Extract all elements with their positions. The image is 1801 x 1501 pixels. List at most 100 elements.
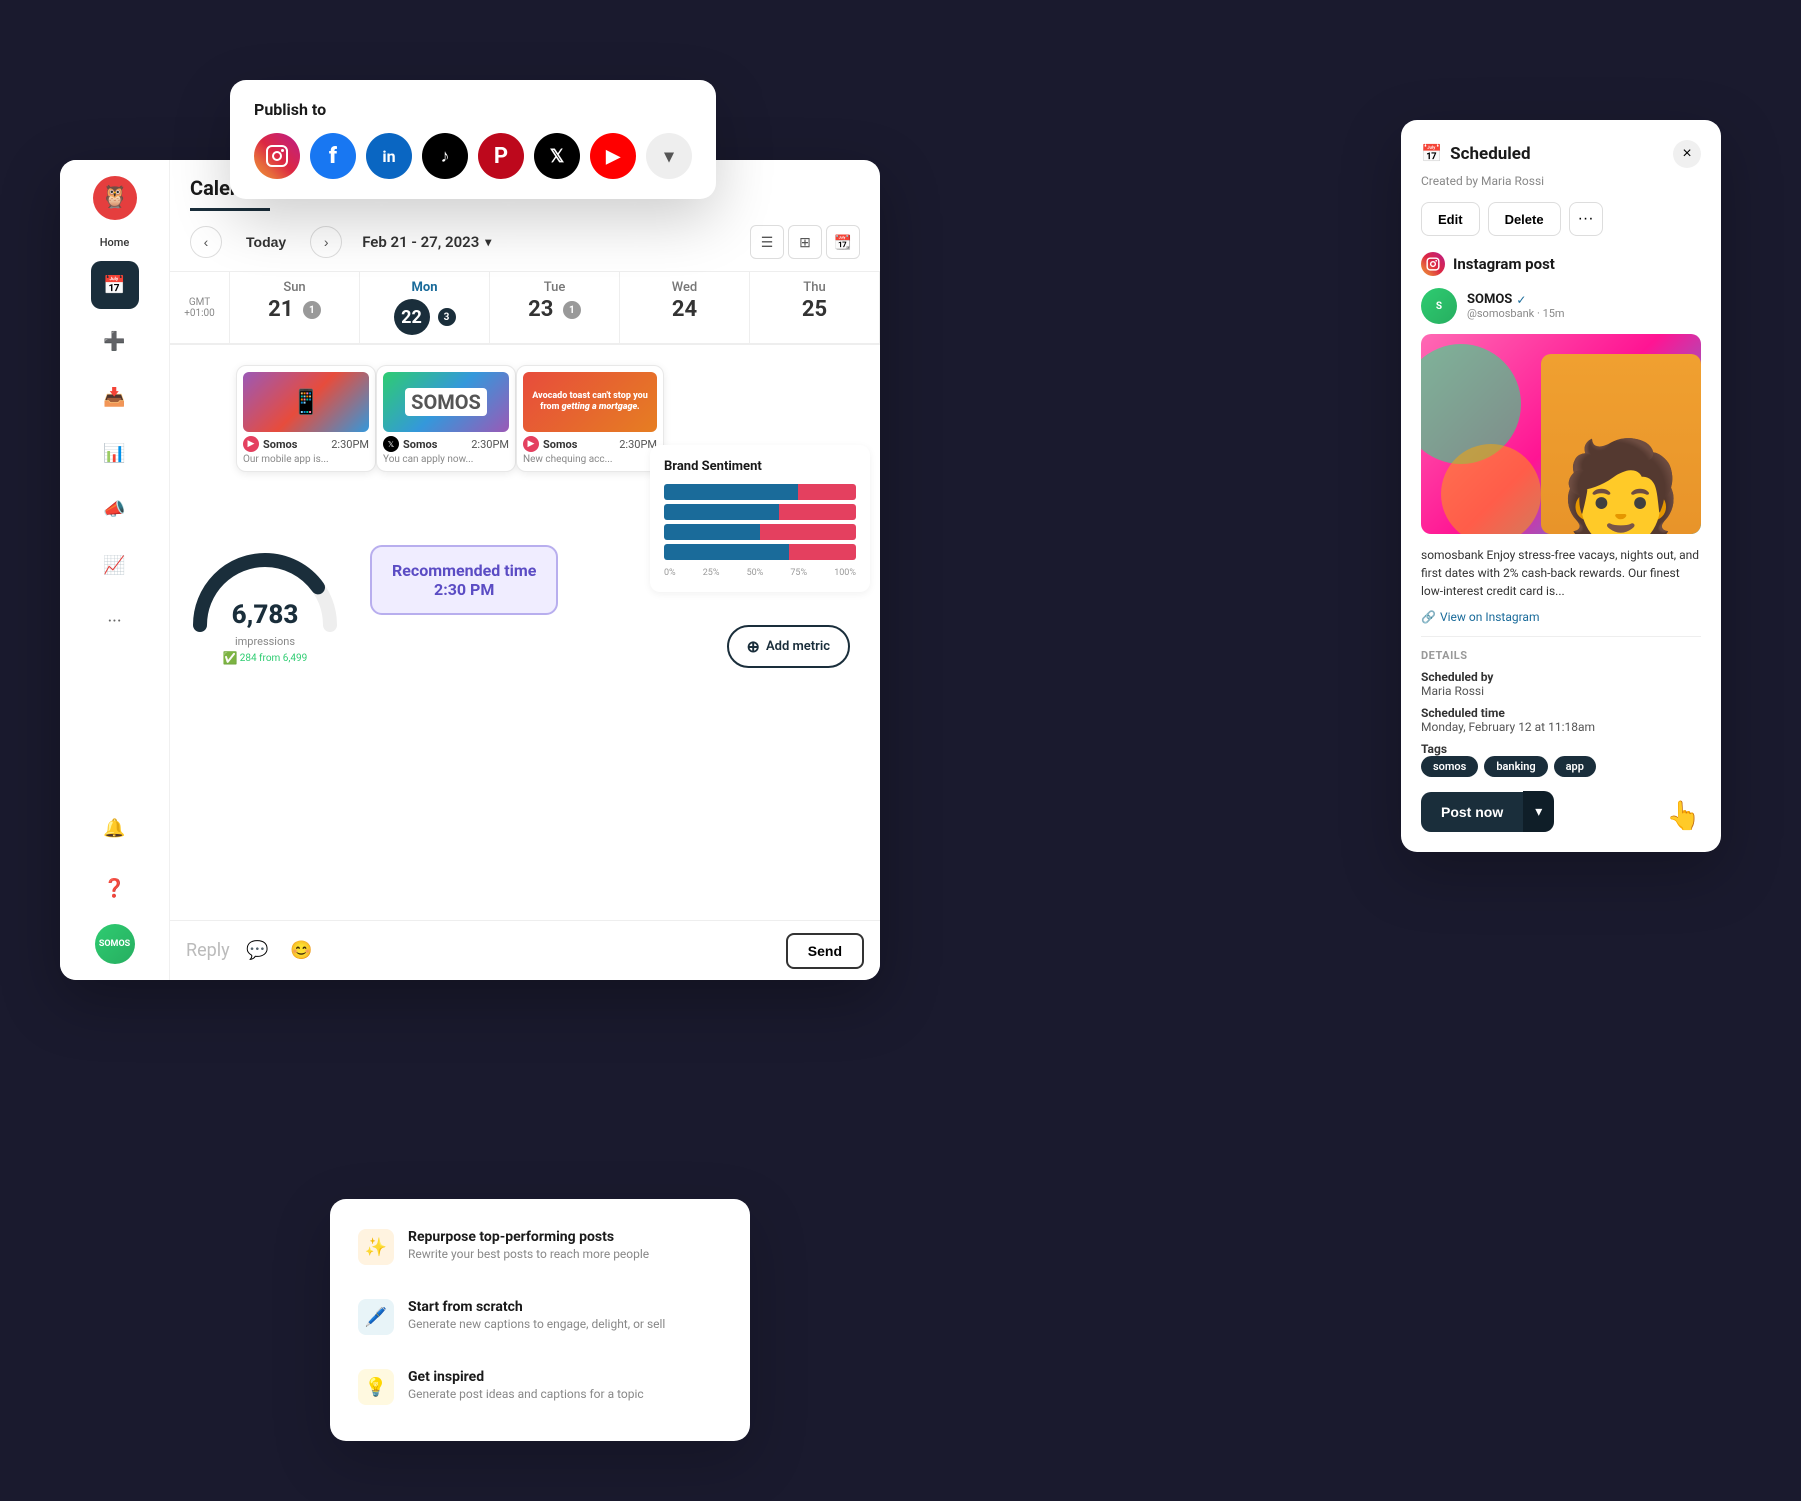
- day-header-thu: Thu 25: [750, 272, 880, 344]
- reply-bar: Reply 💬 😊 Send: [170, 920, 880, 980]
- day-header-tue: Tue 23 1: [490, 272, 620, 344]
- sidebar-item-analytics[interactable]: 📊: [91, 429, 139, 477]
- message-icon-button[interactable]: 💬: [242, 935, 274, 967]
- ai-options-panel: ✨ Repurpose top-performing posts Rewrite…: [330, 1199, 750, 1441]
- plus-circle-icon: ⊕: [747, 637, 760, 656]
- impressions-widget: 6,783 impressions ✅ 284 from 6,499: [180, 525, 350, 675]
- next-week-button[interactable]: ›: [310, 226, 342, 258]
- gmt-offset: GMT +01:00: [170, 272, 230, 344]
- ai-option-inspire[interactable]: 💡 Get inspired Generate post ideas and c…: [346, 1355, 734, 1419]
- sentiment-bar-1: [664, 484, 856, 500]
- inspire-icon: 💡: [358, 1369, 394, 1405]
- instagram-platform-button[interactable]: [254, 133, 300, 179]
- chevron-down-icon[interactable]: ▾: [485, 235, 491, 249]
- facebook-platform-button[interactable]: f: [310, 133, 356, 179]
- user-avatar[interactable]: SOMOS: [95, 924, 135, 964]
- scheduled-time-row: Scheduled time Monday, February 12 at 11…: [1421, 706, 1701, 734]
- instagram-icon-sm-2: ▶: [523, 436, 539, 452]
- send-button[interactable]: Send: [786, 933, 864, 969]
- calendar-app: 🦉 Home 📅 ➕ 📥 📊 📣 📈 ··· 🔔: [60, 160, 880, 980]
- sidebar-item-campaigns[interactable]: 📣: [91, 485, 139, 533]
- hand-cursor-indicator: 👆: [1666, 799, 1701, 832]
- analytics-icon: 📊: [103, 443, 125, 464]
- post-card-2-image: SOMOS: [383, 372, 509, 432]
- linkedin-platform-button[interactable]: in: [366, 133, 412, 179]
- instagram-circle-icon: [1421, 252, 1445, 276]
- tag-app: app: [1554, 756, 1596, 777]
- verified-icon: ✓: [1516, 293, 1526, 307]
- twitter-platform-button[interactable]: 𝕏: [534, 133, 580, 179]
- sidebar: 🦉 Home 📅 ➕ 📥 📊 📣 📈 ··· 🔔: [60, 160, 170, 980]
- ai-option-repurpose[interactable]: ✨ Repurpose top-performing posts Rewrite…: [346, 1215, 734, 1279]
- sentiment-bar-4: [664, 544, 856, 560]
- calendar-small-icon: 📅: [1421, 144, 1442, 164]
- day-header-sun: Sun 21 1: [230, 272, 360, 344]
- brand-sentiment-widget: Brand Sentiment: [650, 445, 870, 592]
- emoji-button[interactable]: 😊: [286, 935, 318, 967]
- tiktok-platform-button[interactable]: ♪: [422, 133, 468, 179]
- sidebar-item-import[interactable]: 📥: [91, 373, 139, 421]
- twitter-icon-sm: 𝕏: [383, 436, 399, 452]
- more-platforms-button[interactable]: ▾: [646, 133, 692, 179]
- post-now-dropdown-button[interactable]: ▾: [1523, 791, 1554, 832]
- post-card-3[interactable]: Avocado toast can't stop you from gettin…: [516, 365, 664, 472]
- day-header-mon: Mon 22 3: [360, 272, 490, 344]
- view-on-instagram-link[interactable]: 🔗 View on Instagram: [1421, 610, 1701, 624]
- publish-to-popup: Publish to f in ♪ P 𝕏 ▶ ▾: [230, 80, 716, 199]
- ai-option-scratch[interactable]: 🖊️ Start from scratch Generate new capti…: [346, 1285, 734, 1349]
- date-range-display: Feb 21 - 27, 2023 ▾: [362, 233, 491, 251]
- prev-week-button[interactable]: ‹: [190, 226, 222, 258]
- today-button[interactable]: Today: [234, 228, 298, 256]
- tags-row: Tags somos banking app: [1421, 742, 1701, 777]
- svg-text:🦉: 🦉: [101, 184, 128, 210]
- action-buttons: Edit Delete ···: [1421, 202, 1701, 236]
- help-button[interactable]: ❓: [91, 864, 139, 912]
- download-icon: 📥: [103, 387, 125, 408]
- sidebar-item-reports[interactable]: 📈: [91, 541, 139, 589]
- recommended-time-popup: Recommended time 2:30 PM: [370, 545, 558, 615]
- sentiment-bar-2: [664, 504, 856, 520]
- platform-label: Instagram post: [1421, 252, 1701, 276]
- close-panel-button[interactable]: ×: [1673, 140, 1701, 168]
- delete-button[interactable]: Delete: [1488, 202, 1561, 236]
- sidebar-item-add[interactable]: ➕: [91, 317, 139, 365]
- bell-icon: 🔔: [103, 818, 125, 839]
- notifications-button[interactable]: 🔔: [91, 804, 139, 852]
- app-logo: 🦉: [93, 176, 137, 220]
- plus-icon: ➕: [103, 331, 125, 352]
- post-card-2[interactable]: SOMOS 𝕏 Somos 2:30PM You can apply now..…: [376, 365, 516, 472]
- post-card-1-image: 📱: [243, 372, 369, 432]
- more-actions-button[interactable]: ···: [1569, 202, 1603, 236]
- edit-button[interactable]: Edit: [1421, 202, 1480, 236]
- calendar-icon: 📅: [103, 275, 125, 296]
- megaphone-icon: 📣: [103, 499, 125, 520]
- calendar-view-button[interactable]: 📆: [826, 225, 860, 259]
- tag-somos: somos: [1421, 756, 1478, 777]
- repurpose-icon: ✨: [358, 1229, 394, 1265]
- sentiment-bar-3: [664, 524, 856, 540]
- day-header-wed: Wed 24: [620, 272, 750, 344]
- view-toggles: ☰ ⊞ 📆: [750, 225, 860, 259]
- chevron-down-icon: ▾: [1535, 803, 1542, 819]
- list-view-button[interactable]: ☰: [750, 225, 784, 259]
- chat-icon: 💬: [246, 940, 268, 961]
- calendar-nav: ‹ Today › Feb 21 - 27, 2023 ▾ ☰ ⊞ 📆: [190, 211, 860, 271]
- check-circle-icon: ✅: [223, 651, 238, 665]
- post-author: S SOMOS ✓ @somosbank · 15m: [1421, 288, 1701, 324]
- post-now-row: Post now ▾: [1421, 791, 1701, 832]
- sidebar-item-more[interactable]: ···: [91, 597, 139, 645]
- sidebar-item-home[interactable]: Home: [100, 236, 130, 249]
- add-metric-button[interactable]: ⊕ Add metric: [727, 625, 850, 668]
- youtube-platform-button[interactable]: ▶: [590, 133, 636, 179]
- emoji-icon: 😊: [290, 940, 312, 961]
- post-card-1[interactable]: 📱 ▶ Somos 2:30PM Our mobile app is...: [236, 365, 376, 472]
- post-now-button[interactable]: Post now: [1421, 792, 1523, 832]
- pinterest-platform-button[interactable]: P: [478, 133, 524, 179]
- post-caption: somosbank Enjoy stress-free vacays, nigh…: [1421, 546, 1701, 600]
- ellipsis-icon: ···: [107, 611, 121, 632]
- sidebar-bottom: 🔔 ❓ SOMOS: [91, 804, 139, 980]
- grid-view-button[interactable]: ⊞: [788, 225, 822, 259]
- sidebar-item-calendar[interactable]: 📅: [91, 261, 139, 309]
- details-section: Details Scheduled by Maria Rossi Schedul…: [1421, 636, 1701, 777]
- tags-list: somos banking app: [1421, 756, 1701, 777]
